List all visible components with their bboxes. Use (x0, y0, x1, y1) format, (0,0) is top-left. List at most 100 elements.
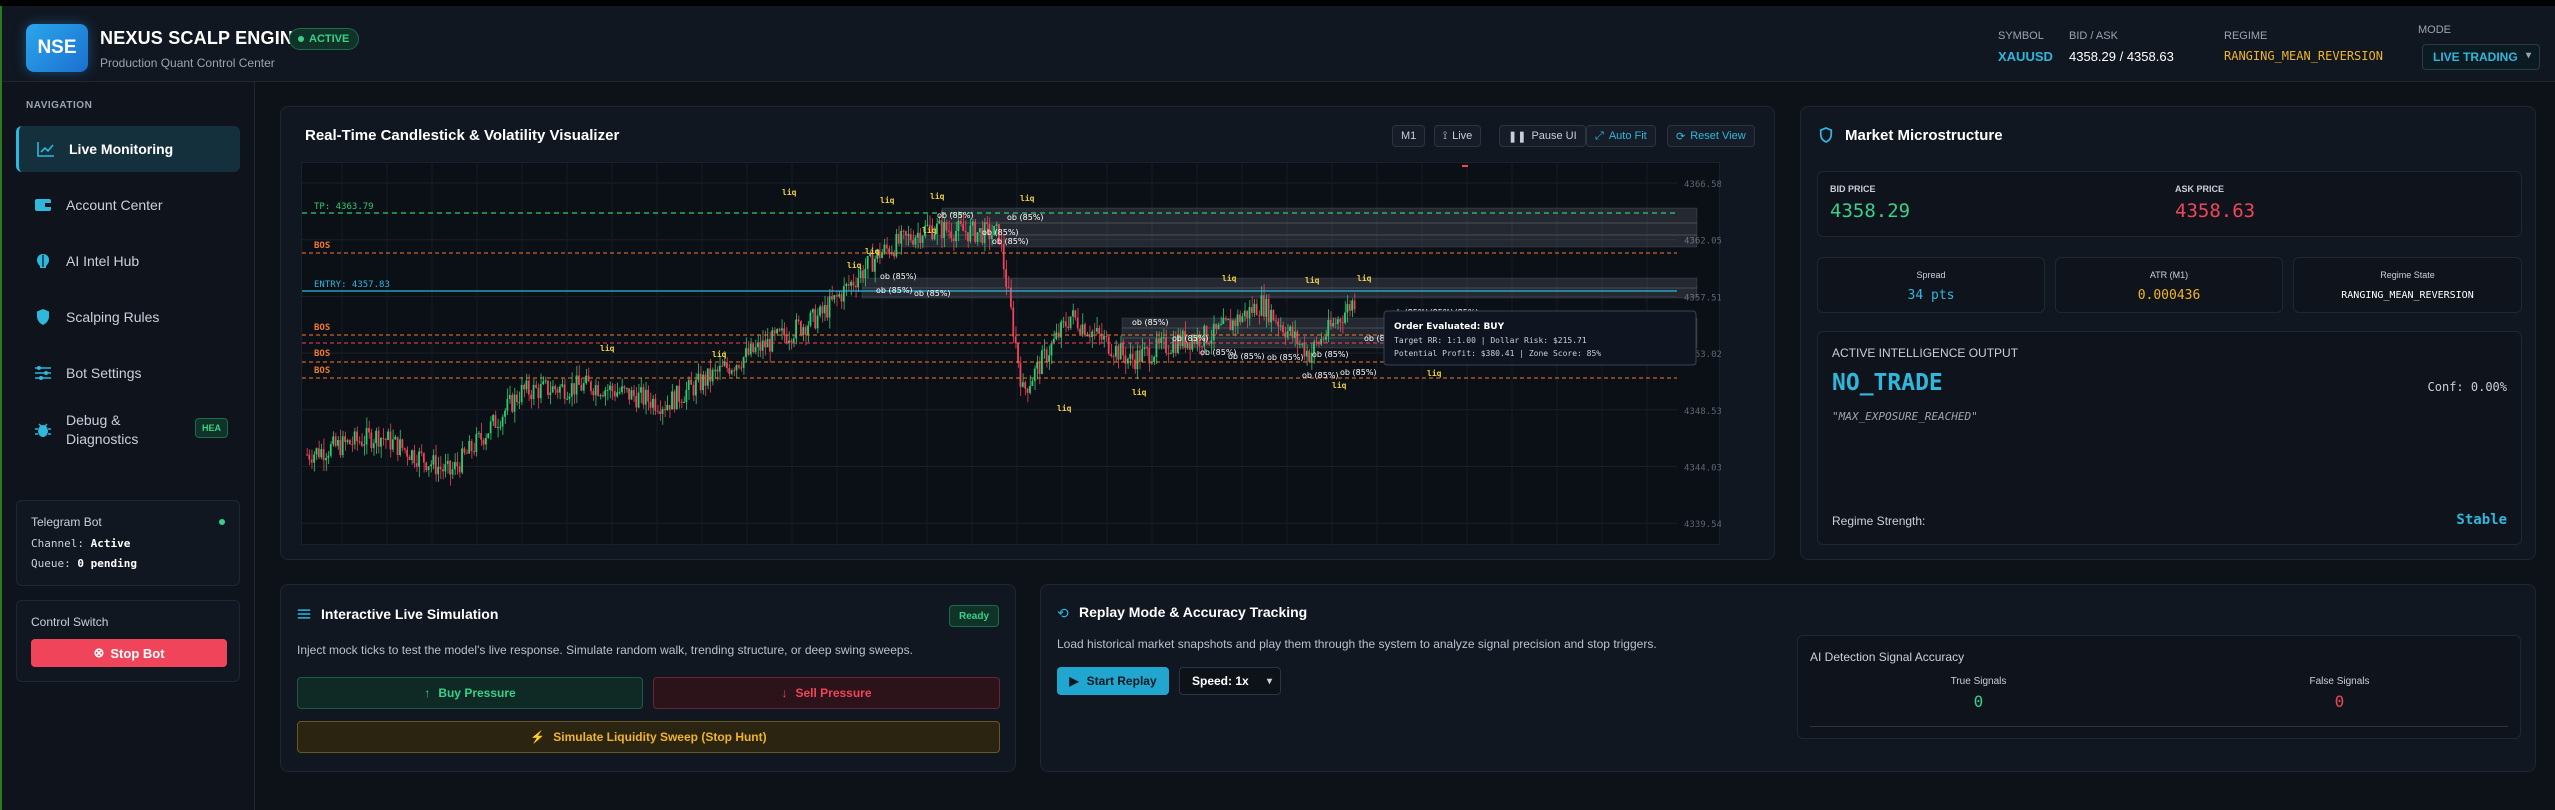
candle-body (341, 436, 344, 456)
liquidity-sweep-label: Simulate Liquidity Sweep (Stop Hunt) (553, 730, 767, 744)
liquidity-sweep-button[interactable]: ⚡ Simulate Liquidity Sweep (Stop Hunt) (297, 721, 1000, 753)
candle-body (771, 330, 774, 352)
candle-body (1091, 331, 1093, 338)
candle-body (826, 305, 829, 318)
candle-body (721, 365, 724, 367)
candle-body (916, 232, 919, 238)
candle-body (823, 305, 826, 314)
candle-body (1298, 343, 1301, 345)
sim-status-badge: Ready (948, 605, 999, 627)
candle-body (1131, 353, 1134, 360)
candle-body (1129, 353, 1132, 359)
liquidity-label: liq (865, 246, 880, 256)
candle-body (943, 222, 945, 239)
app-subtitle: Production Quant Control Center (100, 56, 275, 70)
regime-label: REGIME (2224, 30, 2268, 42)
bidask-value: 4358.29 / 4358.63 (2069, 49, 2174, 64)
sidebar-item-account-center[interactable]: Account Center (16, 182, 240, 228)
candle-body (451, 469, 454, 475)
candle-body (673, 391, 676, 410)
liquidity-label: liq (1222, 273, 1237, 283)
sell-pressure-button[interactable]: ↓ Sell Pressure (653, 677, 1000, 709)
candle-body (1076, 317, 1079, 329)
candle-body (1265, 298, 1268, 317)
candle-body (785, 335, 788, 343)
order-block-zone (861, 287, 1698, 299)
candle-body (1282, 325, 1284, 333)
candle-body (1126, 358, 1129, 364)
app-logo: NSE (26, 24, 88, 72)
speed-value: Speed: 1x (1192, 674, 1249, 688)
arrow-up-icon: ↑ (424, 686, 431, 700)
candle-body (1048, 355, 1050, 362)
candle-body (430, 464, 432, 467)
candle-body (322, 449, 325, 461)
sidebar-item-live-monitoring[interactable]: Live Monitoring (16, 126, 240, 172)
candle-body (957, 220, 960, 232)
buy-pressure-button[interactable]: ↑ Buy Pressure (297, 677, 643, 709)
candle-body (465, 452, 468, 454)
sidebar-item-label: AI Intel Hub (66, 253, 140, 269)
candle-body (456, 462, 459, 467)
telegram-status-dot-icon (219, 519, 225, 525)
liquidity-label: liq (782, 187, 797, 197)
sidebar-item-ai-intel-hub[interactable]: AI Intel Hub (16, 238, 240, 284)
stop-bot-button[interactable]: ⊗ Stop Bot (31, 639, 227, 667)
candle-body (561, 384, 564, 387)
candle-body (554, 386, 556, 390)
replay-title: Replay Mode & Accuracy Tracking (1079, 604, 1308, 620)
sidebar-item-debug[interactable]: Debug & Diagnostics HEA (16, 404, 240, 456)
regime-value: RANGING_MEAN_REVERSION (2224, 49, 2383, 63)
sidebar-item-scalping-rules[interactable]: Scalping Rules (16, 294, 240, 340)
reset-view-button[interactable]: ⟳ Reset View (1667, 125, 1755, 147)
candle-body (1064, 321, 1067, 327)
pause-ui-button[interactable]: ❚❚ Pause UI (1499, 125, 1586, 147)
candle-body (1169, 352, 1172, 354)
bidask-label: BID / ASK (2069, 30, 2118, 42)
candle-body (940, 220, 943, 239)
mode-select[interactable]: LIVE TRADING ▾ (2422, 44, 2540, 70)
candle-body (628, 388, 630, 400)
channel-label: Channel: (31, 537, 84, 550)
candle-body (1241, 316, 1244, 322)
timeframe-button[interactable]: M1 (1392, 125, 1426, 147)
candle-body (313, 454, 315, 463)
confidence-value: Conf: 0.00% (2427, 380, 2507, 394)
liquidity-label: liq (1305, 275, 1320, 285)
signal-value: NO_TRADE (1832, 370, 1943, 396)
candle-body (1038, 361, 1041, 375)
candle-body (360, 441, 363, 446)
candle-body (1229, 319, 1232, 331)
sim-title: Interactive Live Simulation (321, 606, 499, 622)
candle-body (1045, 349, 1048, 362)
candle-body (761, 340, 764, 351)
candle-body (1188, 342, 1191, 350)
candle-body (573, 383, 576, 395)
play-icon: ▶ (1069, 674, 1079, 688)
order-block-zone (941, 222, 1698, 236)
auto-fit-button[interactable]: ⤢ Auto Fit (1586, 125, 1656, 147)
order-tooltip-line2: Potential Profit: $380.41 | Zone Score: … (1394, 349, 1601, 358)
order-block-zone (941, 207, 1698, 224)
candle-body (580, 384, 583, 391)
candle-body (709, 368, 712, 382)
microstructure-panel: Market Microstructure BID PRICE 4358.29 … (1800, 106, 2536, 560)
candle-body (804, 327, 807, 335)
candle-body (1224, 317, 1227, 320)
candle-body (375, 430, 377, 444)
candle-body (461, 448, 463, 473)
live-button[interactable]: ⟟ Live (1434, 125, 1482, 147)
candle-body (365, 428, 368, 445)
candle-body (1093, 331, 1096, 333)
candle-body (955, 231, 957, 242)
candle-body (828, 296, 831, 318)
candle-body (730, 370, 733, 374)
start-replay-button[interactable]: ▶ Start Replay (1057, 667, 1169, 695)
candle-body (790, 340, 793, 343)
chart-title: Real-Time Candlestick & Volatility Visua… (305, 127, 620, 144)
speed-select[interactable]: Speed: 1x ▾ (1179, 667, 1281, 695)
candle-body (539, 384, 542, 399)
candlestick-chart[interactable]: 4366.58 4362.05 4357.51 4353.02 4348.53 4344.… (301, 162, 1722, 546)
sidebar-item-bot-settings[interactable]: Bot Settings (16, 350, 240, 396)
candle-body (346, 440, 349, 442)
